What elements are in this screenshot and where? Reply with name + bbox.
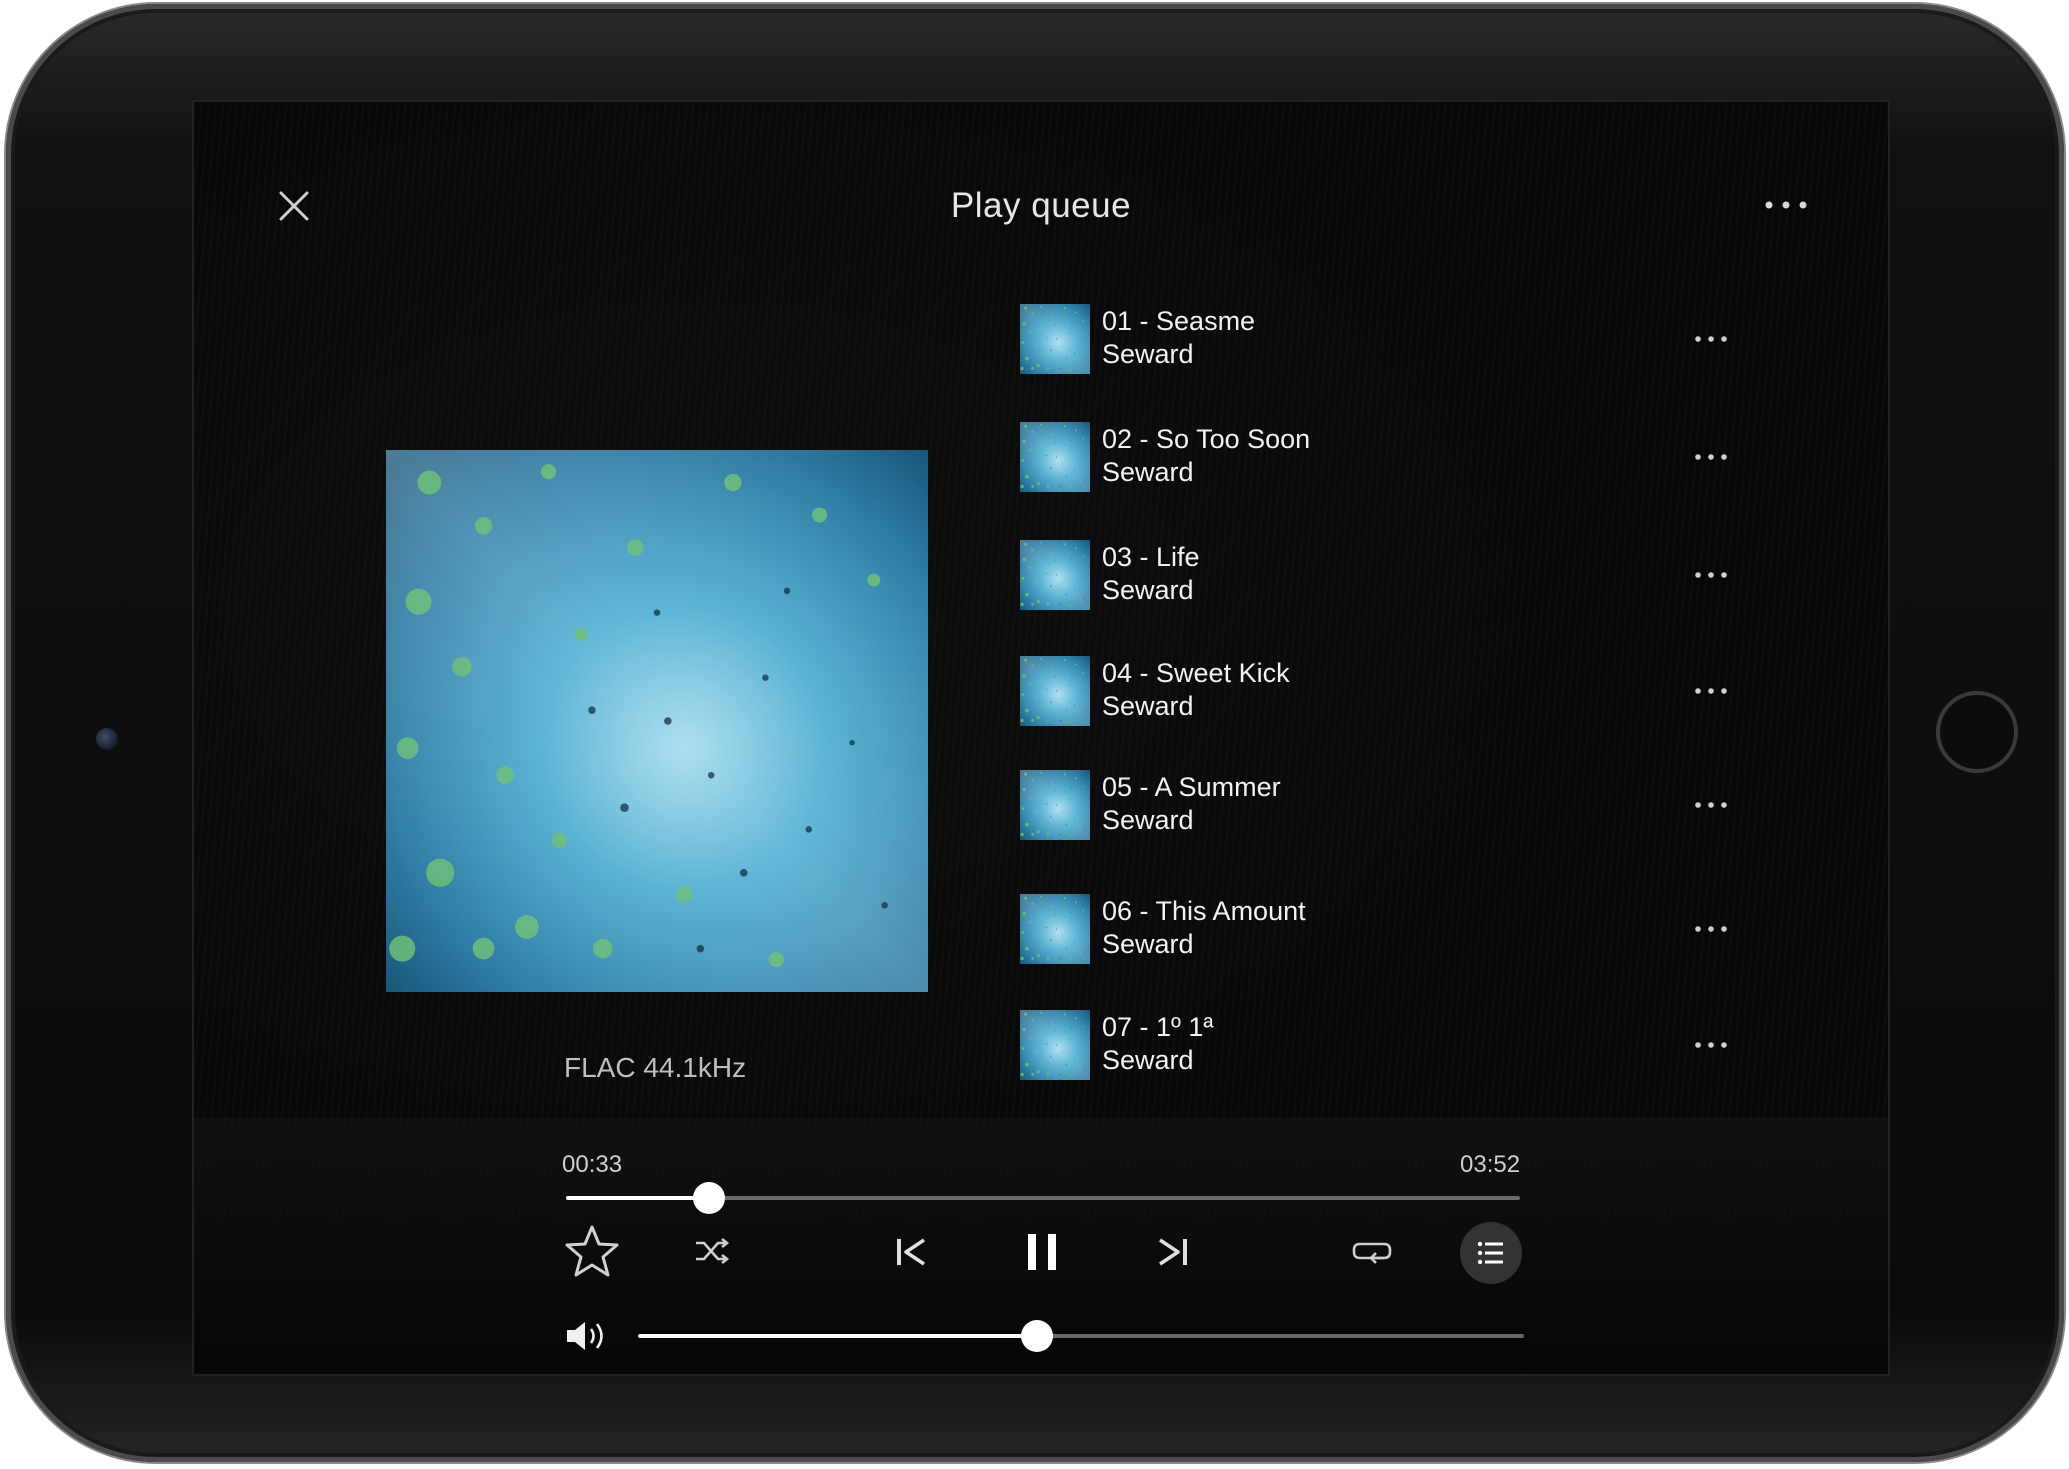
track-artist: Seward: [1102, 339, 1194, 369]
play-queue-screen: Play queue FLAC 44.1kHz 01 - Seasme Sewa…: [192, 100, 1890, 1376]
more-horizontal-icon[interactable]: [1694, 924, 1728, 934]
track-artist: Seward: [1102, 691, 1194, 721]
time-elapsed: 00:33: [562, 1151, 623, 1178]
time-total: 03:52: [1460, 1151, 1521, 1178]
more-horizontal-icon[interactable]: [1694, 334, 1728, 344]
audio-format-label: FLAC 44.1kHz: [564, 1052, 747, 1083]
more-horizontal-icon[interactable]: [1694, 800, 1728, 810]
skip-next-icon[interactable]: [1156, 1236, 1190, 1268]
more-horizontal-icon[interactable]: [1694, 452, 1728, 462]
skip-previous-icon[interactable]: [894, 1236, 928, 1268]
track-thumbnail: [1020, 304, 1090, 374]
track-thumbnail: [1020, 894, 1090, 964]
queue-item[interactable]: 02 - So Too Soon Seward: [1020, 422, 1888, 494]
progress-fill: [566, 1196, 710, 1200]
queue-list-icon: [1477, 1241, 1503, 1265]
pause-icon[interactable]: [1024, 1232, 1060, 1272]
camera-icon: [96, 728, 118, 750]
star-icon[interactable]: [564, 1224, 620, 1278]
more-horizontal-icon[interactable]: [1764, 198, 1808, 212]
track-thumbnail: [1020, 656, 1090, 726]
track-thumbnail: [1020, 540, 1090, 610]
track-artist: Seward: [1102, 457, 1194, 487]
track-title: 05 - A Summer: [1102, 772, 1281, 802]
track-title: 06 - This Amount: [1102, 896, 1306, 926]
tablet-frame: Play queue FLAC 44.1kHz 01 - Seasme Sewa…: [6, 4, 2064, 1462]
player-controls: 00:33 03:52: [194, 1118, 1888, 1374]
track-title: 02 - So Too Soon: [1102, 424, 1311, 454]
track-artist: Seward: [1102, 929, 1194, 959]
volume-icon[interactable]: [564, 1318, 612, 1354]
volume-slider[interactable]: [638, 1320, 1524, 1352]
track-title: 03 - Life: [1102, 542, 1200, 572]
queue-item[interactable]: 06 - This Amount Seward: [1020, 894, 1888, 966]
track-title: 07 - 1º 1ª: [1102, 1012, 1214, 1042]
more-horizontal-icon[interactable]: [1694, 1040, 1728, 1050]
queue-item[interactable]: 07 - 1º 1ª Seward: [1020, 1010, 1888, 1082]
track-thumbnail: [1020, 770, 1090, 840]
home-button[interactable]: [1936, 691, 2018, 773]
track-artist: Seward: [1102, 575, 1194, 605]
queue-button[interactable]: [1460, 1222, 1522, 1284]
progress-knob[interactable]: [693, 1182, 726, 1214]
track-thumbnail: [1020, 422, 1090, 492]
album-art: [386, 450, 928, 992]
progress-slider[interactable]: [566, 1182, 1520, 1214]
track-thumbnail: [1020, 1010, 1090, 1080]
page-title: Play queue: [950, 186, 1132, 225]
queue-item[interactable]: 03 - Life Seward: [1020, 540, 1888, 612]
more-horizontal-icon[interactable]: [1694, 686, 1728, 696]
more-horizontal-icon[interactable]: [1694, 570, 1728, 580]
track-artist: Seward: [1102, 1045, 1194, 1075]
queue-item[interactable]: 05 - A Summer Seward: [1020, 770, 1888, 842]
track-title: 04 - Sweet Kick: [1102, 658, 1290, 688]
track-title: 01 - Seasme: [1102, 306, 1256, 336]
volume-fill: [638, 1334, 1037, 1338]
queue-item[interactable]: 01 - Seasme Seward: [1020, 304, 1888, 376]
queue-item[interactable]: 04 - Sweet Kick Seward: [1020, 656, 1888, 728]
track-artist: Seward: [1102, 805, 1194, 835]
repeat-icon[interactable]: [1350, 1236, 1394, 1266]
volume-knob[interactable]: [1020, 1320, 1053, 1352]
shuffle-icon[interactable]: [694, 1236, 730, 1266]
